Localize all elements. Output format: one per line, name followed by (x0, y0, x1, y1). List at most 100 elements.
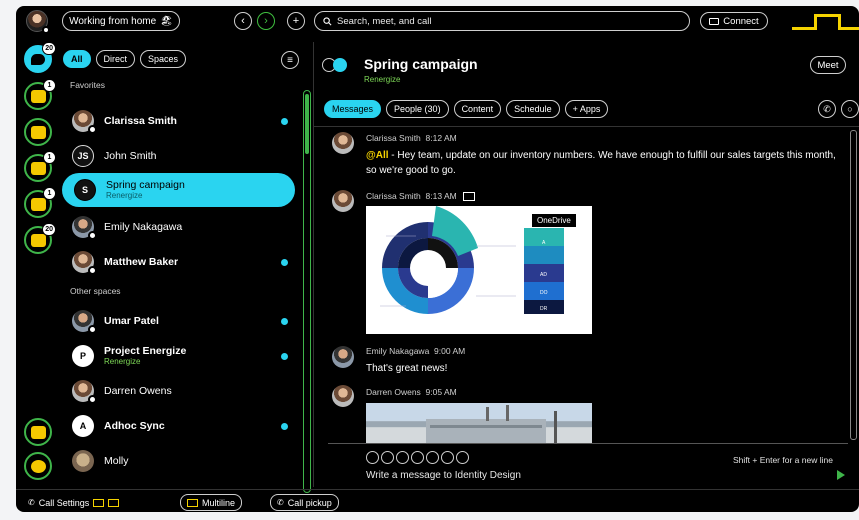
rail-teams[interactable]: 1 (24, 79, 56, 110)
new-button[interactable]: + (287, 12, 305, 30)
format-icon[interactable] (396, 451, 409, 464)
space-team: Renergize (104, 357, 141, 367)
search-icon (323, 16, 332, 25)
shared-image[interactable]: A AD DO DR OneDrive (366, 206, 592, 334)
chat-list-scrollbar-thumb[interactable] (305, 94, 309, 154)
avatar (332, 132, 354, 154)
shared-photo[interactable] (366, 403, 592, 443)
space-name: Adhoc Sync (104, 419, 165, 432)
filter-spaces[interactable]: Spaces (140, 50, 187, 68)
tab-messages[interactable]: Messages (324, 100, 382, 118)
list-item[interactable]: P Project Energize Renergize (60, 339, 298, 373)
rail-contacts[interactable] (24, 118, 52, 146)
space-tabs: Messages People (30) Content Schedule + … (324, 100, 609, 118)
whiteboard-icon[interactable] (441, 451, 454, 464)
multiline-button[interactable]: Multiline (180, 494, 243, 511)
teams-badge: 1 (43, 79, 56, 92)
contact-name: John Smith (104, 149, 157, 162)
rail-meetings[interactable]: 1 (24, 187, 56, 218)
list-item[interactable]: A Adhoc Sync (60, 409, 298, 443)
emoji-icon[interactable] (411, 451, 424, 464)
window-control-decoration-5 (838, 27, 859, 30)
window-control-decoration-3 (814, 14, 840, 17)
space-icon (322, 58, 347, 72)
contact-name: Clarissa Smith (104, 114, 177, 127)
chart-level: DR (540, 306, 548, 312)
presence-indicator (88, 266, 97, 275)
timestamp: 9:00 AM (434, 346, 466, 356)
back-button[interactable]: ‹ (234, 12, 252, 30)
tab-schedule[interactable]: Schedule (506, 100, 560, 118)
photo-graphic (426, 405, 557, 443)
tab-apps[interactable]: + Apps (564, 100, 609, 118)
meet-button[interactable]: Meet (810, 56, 846, 74)
message-text: - Hey team, update on our inventory numb… (366, 150, 836, 176)
status-button[interactable]: Working from home 🏖 (62, 11, 180, 31)
rail-apps[interactable] (24, 418, 52, 446)
meetings-badge: 1 (43, 187, 56, 200)
call-button[interactable]: ✆ (818, 100, 836, 118)
timestamp: 8:12 AM (425, 133, 457, 143)
avatar (72, 110, 97, 134)
avatar (332, 385, 354, 407)
unread-dot (281, 422, 288, 430)
space-subtitle: Renergize (364, 75, 401, 84)
mention[interactable]: @All (366, 150, 389, 161)
send-icon[interactable] (837, 470, 845, 480)
attach-icon[interactable] (366, 451, 379, 464)
other-spaces-header: Other spaces (70, 286, 121, 296)
space-title: Spring campaign (364, 56, 478, 72)
connect-button[interactable]: Connect (700, 12, 768, 30)
message-text: That's great news! (366, 363, 448, 374)
apps-icon (30, 425, 46, 439)
filter-all[interactable]: All (63, 50, 91, 68)
screenshot-icon[interactable] (381, 451, 394, 464)
search-bar[interactable]: Search, meet, and call (314, 11, 690, 31)
list-item[interactable]: Emily Nakagawa (60, 210, 298, 244)
forward-button[interactable]: › (257, 12, 275, 30)
status-label: Working from home (69, 15, 157, 27)
messages-scrollbar[interactable] (850, 130, 857, 440)
tab-content[interactable]: Content (453, 100, 502, 118)
call-settings-button[interactable]: ✆ Call Settings (22, 494, 125, 511)
rail-calling[interactable]: 1 (24, 151, 56, 182)
filter-direct[interactable]: Direct (95, 50, 136, 68)
plus-icon: + (292, 15, 300, 27)
rail-calendar[interactable]: 20 (24, 223, 56, 254)
message-input[interactable]: Write a message to Identity Design (366, 470, 521, 481)
presence-indicator (42, 26, 50, 34)
contact-name: Emily Nakagawa (104, 220, 183, 233)
tab-people[interactable]: People (30) (386, 100, 449, 118)
chart-level: DO (540, 290, 548, 296)
help-icon (30, 459, 46, 473)
list-item[interactable]: Umar Patel (60, 304, 298, 338)
list-item[interactable]: JS John Smith (60, 139, 298, 173)
teams-icon (30, 89, 46, 103)
presence-indicator (88, 395, 97, 404)
filter-menu-button[interactable]: ≡ (281, 51, 299, 69)
list-item[interactable]: Matthew Baker (60, 245, 298, 279)
flag-icon[interactable] (463, 192, 476, 202)
avatar: S (74, 179, 96, 201)
list-item[interactable]: Clarissa Smith (60, 104, 298, 138)
timestamp: 9:05 AM (425, 387, 457, 397)
filter-chips: All Direct Spaces (63, 50, 187, 68)
list-item-selected[interactable]: S Spring campaign Renergize (62, 173, 295, 207)
rail-help[interactable] (24, 452, 52, 480)
call-pickup-button[interactable]: ✆ Call pickup (270, 494, 339, 511)
presence-indicator (88, 325, 97, 334)
gif-icon[interactable] (426, 451, 439, 464)
list-item[interactable]: Molly (60, 444, 298, 478)
dnd-icon (108, 498, 120, 507)
connect-label: Connect (723, 15, 759, 27)
sender-name: Clarissa Smith (366, 191, 421, 201)
list-item[interactable]: Darren Owens (60, 374, 298, 408)
space-search-button[interactable]: ○ (841, 100, 859, 118)
message-meta: Darren Owens 9:05 AM (366, 387, 457, 397)
unread-dot (281, 317, 288, 325)
bottom-bar: ✆ Call Settings Multiline ✆ Call pickup (16, 489, 859, 512)
messaging-badge: 20 (42, 42, 56, 55)
mention-icon[interactable] (456, 451, 469, 464)
rail-messaging[interactable]: 20 (24, 42, 56, 73)
chevron-left-icon: ‹ (241, 15, 245, 27)
